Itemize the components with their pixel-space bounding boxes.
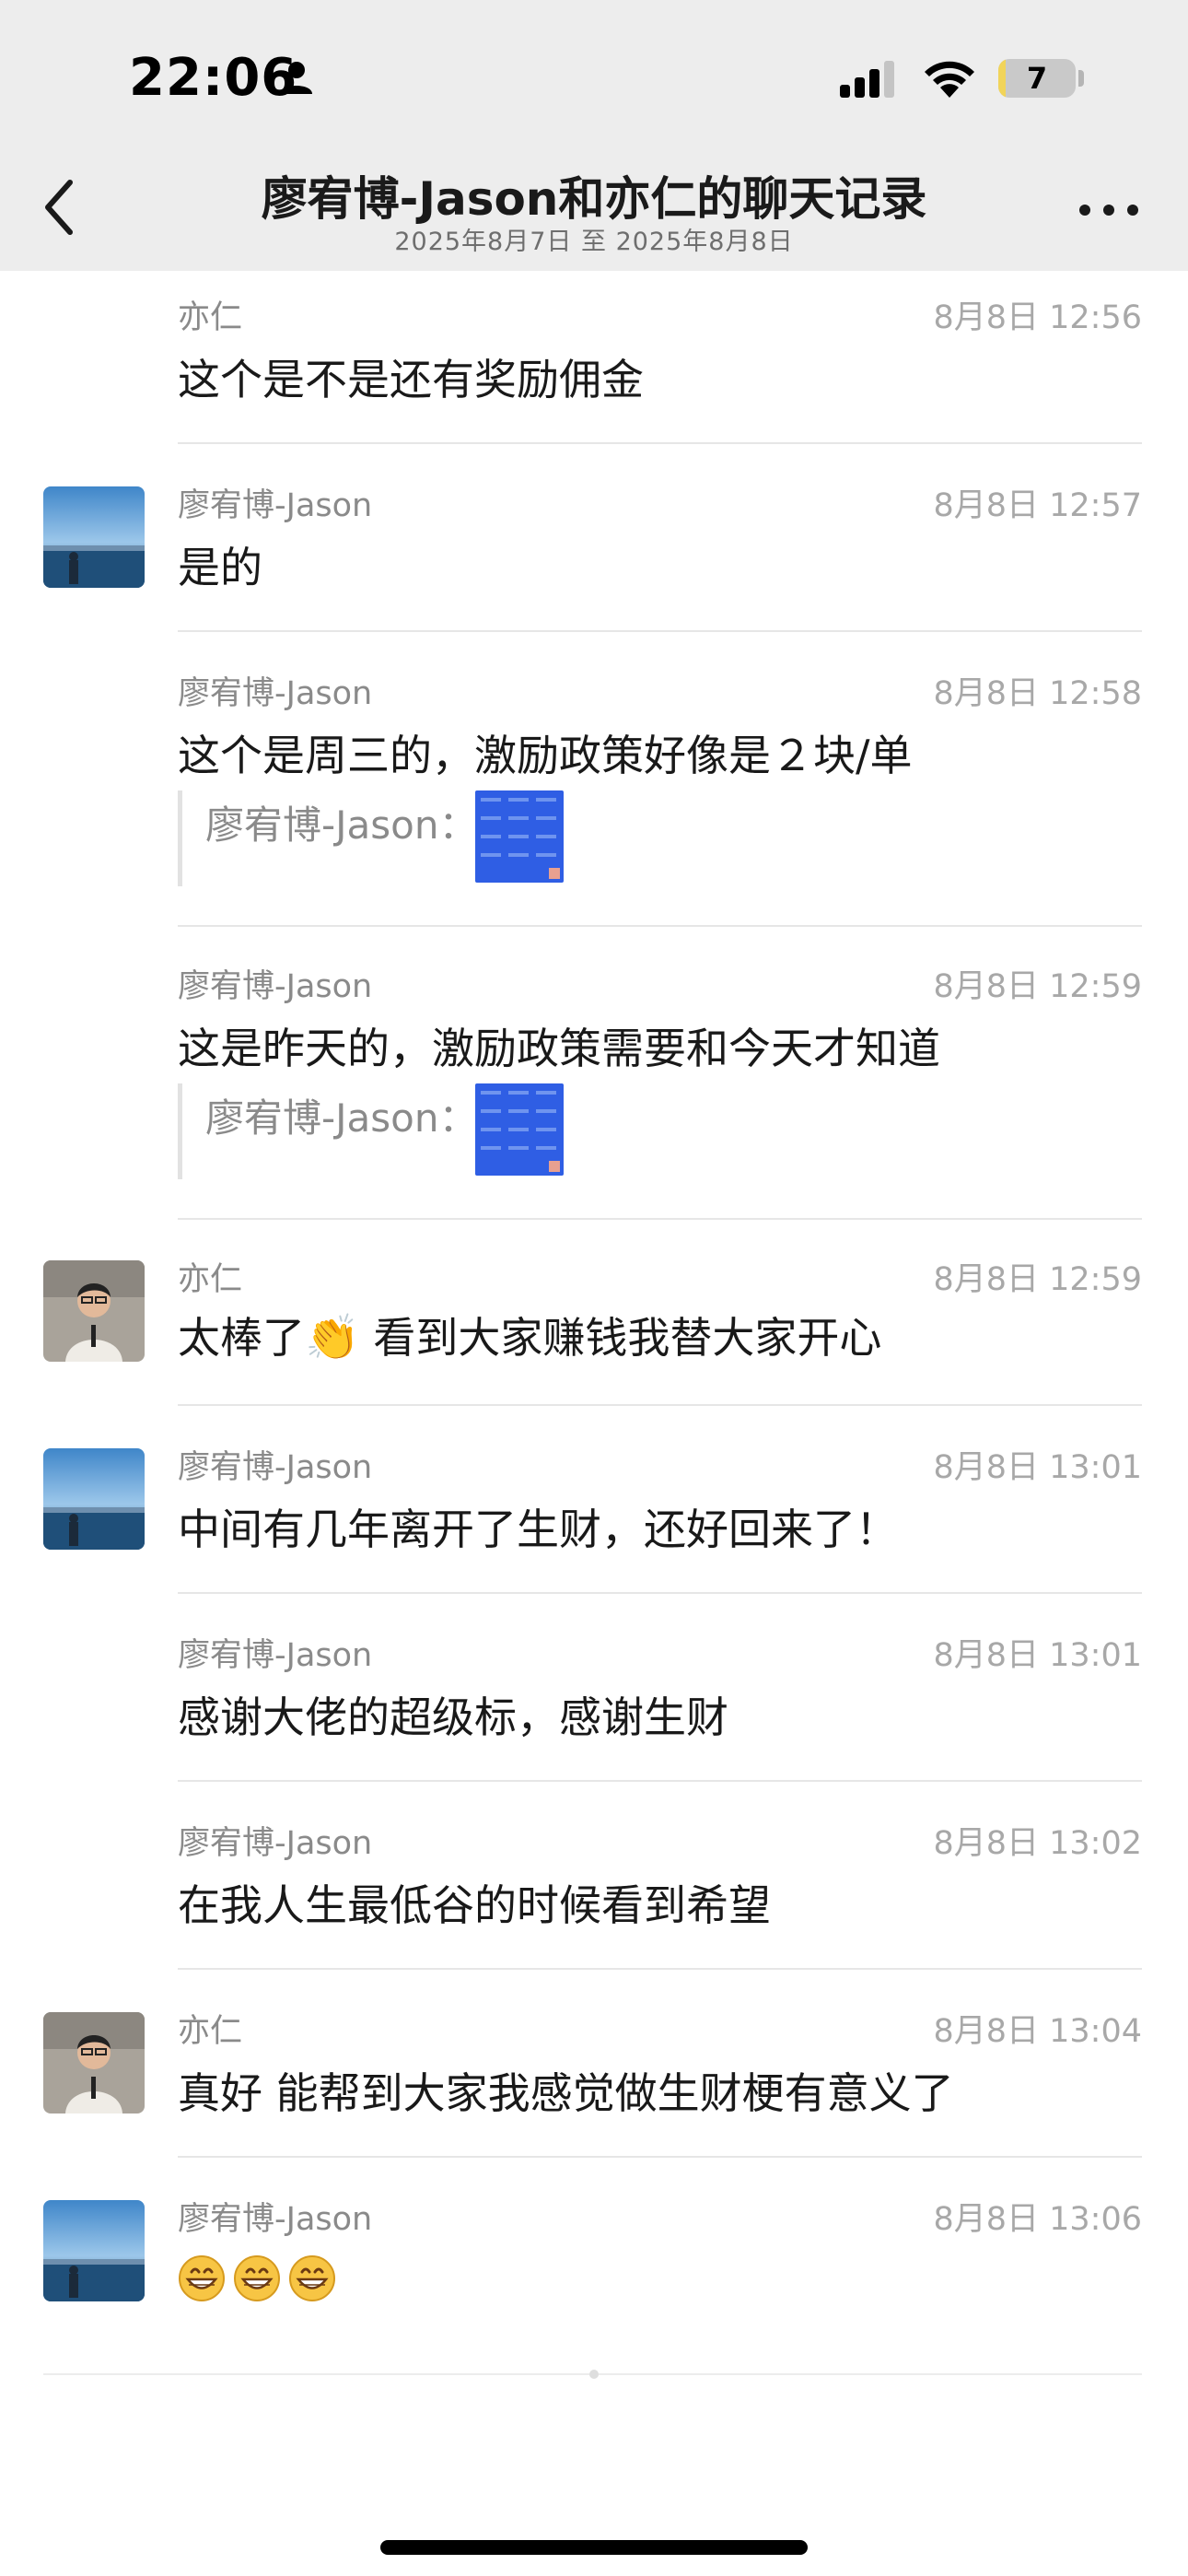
sender-name: 廖宥博-Jason [178, 1449, 373, 1486]
message-time: 8月8日 13:06 [933, 2201, 1142, 2238]
avatar[interactable] [43, 1448, 145, 1550]
message[interactable]: 亦仁 8月8日 12:56 这个是不是还有奖励佣金 [0, 291, 1188, 444]
message-text-part: 看到大家赚钱我替大家开心 [359, 1313, 882, 1363]
divider [178, 1968, 1142, 1970]
signal-icon [840, 59, 895, 98]
battery-icon: 7 [998, 59, 1076, 98]
message[interactable]: 亦仁 8月8日 12:59 太棒了👏 看到大家赚钱我替大家开心 [0, 1253, 1188, 1406]
divider [178, 1592, 1142, 1594]
message[interactable]: 廖宥博-Jason 8月8日 13:01 感谢大佬的超级标，感谢生财 [0, 1629, 1188, 1782]
message-time: 8月8日 13:01 [933, 1637, 1142, 1674]
more-dots-icon[interactable] [1079, 199, 1138, 221]
sender-name: 廖宥博-Jason [178, 1825, 373, 1862]
divider [178, 1404, 1142, 1406]
message-time: 8月8日 13:01 [933, 1449, 1142, 1486]
sender-name: 廖宥博-Jason [178, 487, 373, 524]
message-time: 8月8日 13:02 [933, 1825, 1142, 1862]
message-text: 这个是不是还有奖励佣金 [178, 355, 644, 404]
message[interactable]: 廖宥博-Jason 8月8日 13:02 在我人生最低谷的时候看到希望 [0, 1817, 1188, 1970]
message-text: 中间有几年离开了生财，还好回来了！ [178, 1505, 898, 1554]
message-time: 8月8日 12:59 [933, 968, 1142, 1005]
sender-name: 亦仁 [178, 1261, 243, 1298]
page-title: 廖宥博-Jason和亦仁的聊天记录 [261, 172, 927, 226]
emoji-row [178, 2250, 344, 2302]
top-bar: 22:06 7 廖宥博-Jason和亦仁的聊天记录 2025年8月7日 至 20… [0, 0, 1188, 271]
message-time: 8月8日 13:04 [933, 2013, 1142, 2050]
message-text: 太棒了👏 看到大家赚钱我替大家开心 [178, 1305, 881, 1365]
message[interactable]: 廖宥博-Jason 8月8日 12:58 这个是周三的，激励政策好像是２块/单 … [0, 667, 1188, 927]
date-range: 2025年8月7日 至 2025年8月8日 [394, 228, 794, 256]
avatar[interactable] [43, 1260, 145, 1362]
quoted-image-thumbnail[interactable] [475, 790, 564, 883]
sender-name: 亦仁 [178, 299, 243, 336]
battery-level: 7 [1026, 61, 1048, 96]
message[interactable]: 廖宥博-Jason 8月8日 12:59 这是昨天的，激励政策需要和今天才知道 … [0, 960, 1188, 1220]
message-time: 8月8日 12:58 [933, 675, 1142, 712]
divider [178, 2156, 1142, 2158]
message-text: 这个是周三的，激励政策好像是２块/单 [178, 731, 913, 780]
quoted-image-thumbnail[interactable] [475, 1083, 564, 1176]
clapping-hands-icon: 👏 [305, 1312, 360, 1364]
message-time: 8月8日 12:57 [933, 487, 1142, 524]
grin-emoji-icon [234, 2254, 280, 2301]
home-indicator[interactable] [380, 2540, 808, 2555]
message-time: 8月8日 12:56 [933, 299, 1142, 336]
quoted-message[interactable]: 廖宥博-Jason： [178, 790, 643, 886]
sender-name: 廖宥博-Jason [178, 968, 373, 1005]
divider [178, 1780, 1142, 1782]
message[interactable]: 廖宥博-Jason 8月8日 13:06 [0, 2193, 1188, 2346]
status-time: 22:06 [129, 48, 298, 108]
avatar[interactable] [43, 2200, 145, 2301]
message-text: 真好 能帮到大家我感觉做生财梗有意义了 [178, 2068, 954, 2118]
message-text: 是的 [178, 543, 262, 592]
divider [178, 630, 1142, 632]
sender-name: 廖宥博-Jason [178, 675, 373, 712]
quoted-message[interactable]: 廖宥博-Jason： [178, 1083, 643, 1179]
sender-name: 亦仁 [178, 2013, 243, 2050]
end-dot [589, 2370, 599, 2379]
message-time: 8月8日 12:59 [933, 1261, 1142, 1298]
message[interactable]: 亦仁 8月8日 13:04 真好 能帮到大家我感觉做生财梗有意义了 [0, 2005, 1188, 2158]
divider [178, 442, 1142, 444]
quote-sender: 廖宥博-Jason： [205, 802, 478, 848]
message[interactable]: 廖宥博-Jason 8月8日 13:01 中间有几年离开了生财，还好回来了！ [0, 1441, 1188, 1594]
grin-emoji-icon [289, 2254, 335, 2301]
message-text-part: 太棒了 [178, 1313, 305, 1363]
avatar[interactable] [43, 2012, 145, 2113]
message-text: 这是昨天的，激励政策需要和今天才知道 [178, 1024, 940, 1073]
message-text: 感谢大佬的超级标，感谢生财 [178, 1692, 728, 1742]
back-button[interactable] [37, 175, 83, 240]
message-text: 在我人生最低谷的时候看到希望 [178, 1880, 771, 1930]
person-icon [281, 62, 312, 94]
divider [178, 925, 1142, 927]
quote-sender: 廖宥博-Jason： [205, 1095, 478, 1141]
sender-name: 廖宥博-Jason [178, 2201, 373, 2238]
grin-emoji-icon [179, 2254, 225, 2301]
sender-name: 廖宥博-Jason [178, 1637, 373, 1674]
battery-cap [1078, 70, 1084, 87]
divider [178, 1218, 1142, 1220]
avatar[interactable] [43, 486, 145, 588]
wifi-icon [925, 61, 974, 98]
message[interactable]: 廖宥博-Jason 8月8日 12:57 是的 [0, 479, 1188, 632]
